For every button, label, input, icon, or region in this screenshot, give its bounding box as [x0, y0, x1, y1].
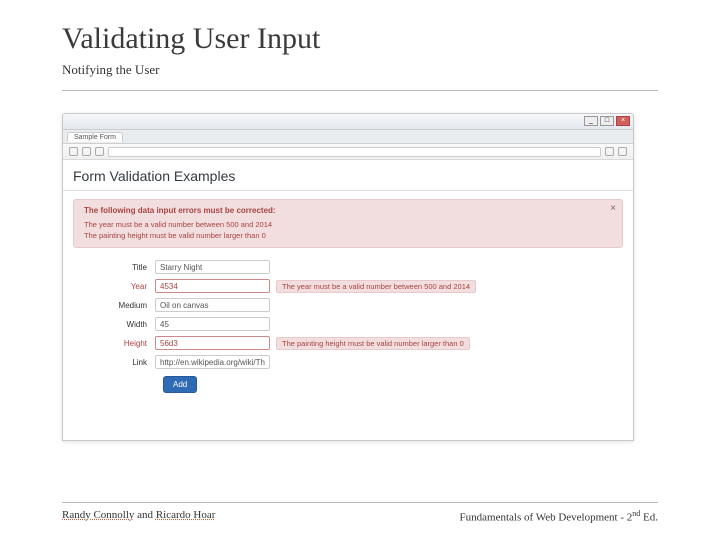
- page-content: Form Validation Examples × The following…: [63, 160, 633, 403]
- author-name: Ricardo Hoar: [156, 509, 216, 521]
- height-input[interactable]: [155, 336, 270, 350]
- author-join: and: [134, 509, 155, 521]
- slide-title: Validating User Input: [62, 22, 658, 56]
- author-name: Randy Connolly: [62, 509, 134, 521]
- authors: Randy Connolly and Ricardo Hoar: [62, 509, 215, 524]
- page-heading: Form Validation Examples: [63, 160, 633, 191]
- browser-tab[interactable]: Sample Form: [67, 132, 123, 142]
- window-close-button[interactable]: ×: [616, 116, 630, 126]
- book-prefix: Fundamentals of Web Development - 2: [460, 512, 633, 524]
- width-input[interactable]: [155, 317, 270, 331]
- address-bar[interactable]: [108, 147, 601, 157]
- field-label: Width: [73, 320, 155, 329]
- browser-window-mockup: _ □ × Sample Form Form Validation Exampl…: [62, 113, 634, 441]
- field-label: Medium: [73, 301, 155, 310]
- form-row-height: Height The painting height must be valid…: [73, 336, 623, 350]
- alert-item: The painting height must be valid number…: [84, 230, 612, 241]
- inline-error: The painting height must be valid number…: [276, 337, 470, 350]
- form-row-year: Year The year must be a valid number bet…: [73, 279, 623, 293]
- field-label: Year: [73, 282, 155, 291]
- alert-heading: The following data input errors must be …: [84, 206, 612, 215]
- field-label: Height: [73, 339, 155, 348]
- window-controls: _ □ ×: [584, 116, 630, 126]
- browser-toolbar: [63, 144, 633, 160]
- forward-icon[interactable]: [82, 147, 91, 156]
- add-button[interactable]: Add: [163, 376, 197, 393]
- field-label: Title: [73, 263, 155, 272]
- medium-input[interactable]: [155, 298, 270, 312]
- form-row-title: Title: [73, 260, 623, 274]
- reload-icon[interactable]: [95, 147, 104, 156]
- field-label: Link: [73, 358, 155, 367]
- error-summary-alert: × The following data input errors must b…: [73, 199, 623, 248]
- menu-icon[interactable]: [618, 147, 627, 156]
- alert-close-button[interactable]: ×: [610, 203, 616, 214]
- star-icon[interactable]: [605, 147, 614, 156]
- back-icon[interactable]: [69, 147, 78, 156]
- book-suffix: Ed.: [640, 512, 658, 524]
- slide-footer: Randy Connolly and Ricardo Hoar Fundamen…: [62, 502, 658, 524]
- slide-subtitle: Notifying the User: [62, 62, 658, 78]
- form-row-width: Width: [73, 317, 623, 331]
- link-input[interactable]: [155, 355, 270, 369]
- form-row-link: Link: [73, 355, 623, 369]
- window-titlebar: _ □ ×: [63, 114, 633, 130]
- window-minimize-button[interactable]: _: [584, 116, 598, 126]
- inline-error: The year must be a valid number between …: [276, 280, 476, 293]
- form: Title Year The year must be a valid numb…: [63, 256, 633, 403]
- window-maximize-button[interactable]: □: [600, 116, 614, 126]
- alert-item: The year must be a valid number between …: [84, 219, 612, 230]
- browser-tabbar: Sample Form: [63, 130, 633, 144]
- title-divider: [62, 90, 658, 91]
- year-input[interactable]: [155, 279, 270, 293]
- form-row-medium: Medium: [73, 298, 623, 312]
- book-reference: Fundamentals of Web Development - 2nd Ed…: [460, 509, 658, 524]
- title-input[interactable]: [155, 260, 270, 274]
